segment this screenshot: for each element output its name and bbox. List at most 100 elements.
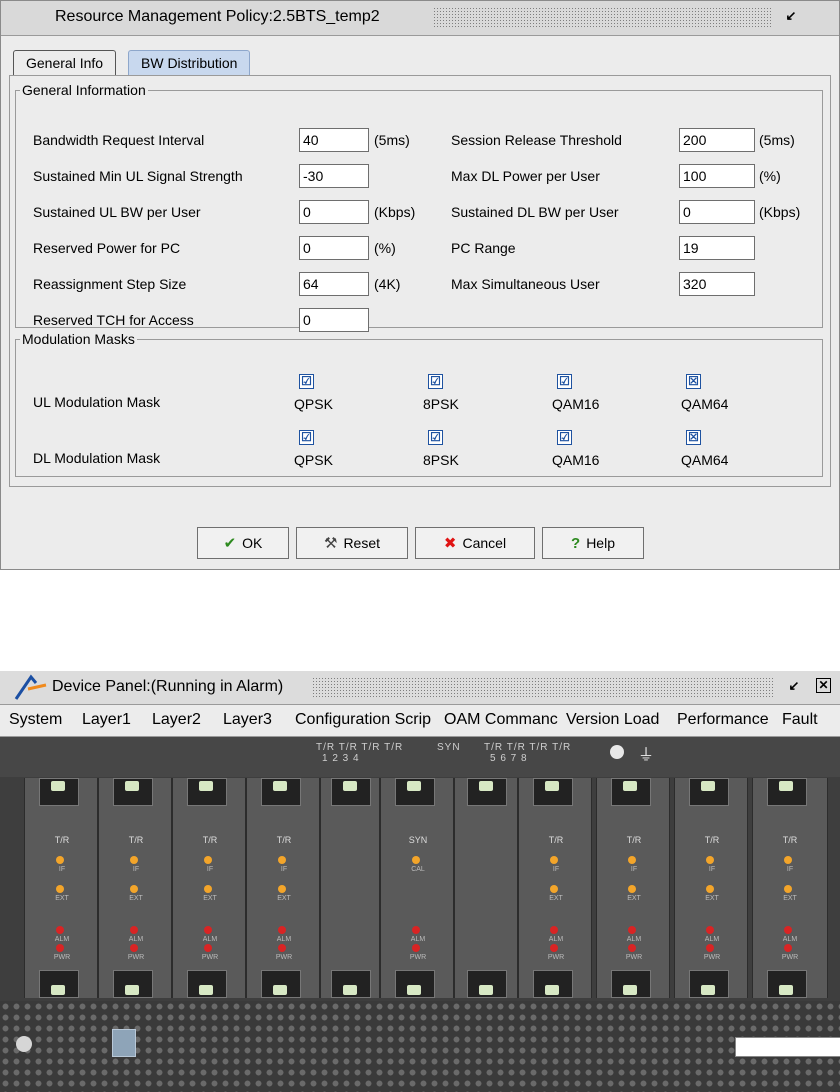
reserved-power-pc-input[interactable] xyxy=(299,236,369,260)
pwr-led-label: PWR xyxy=(409,954,427,961)
dl-qpsk-checkbox[interactable]: ☑ xyxy=(299,430,314,445)
card-slot-2[interactable]: T/R IF EXT ALM PWR xyxy=(98,778,172,998)
ext-led-label: EXT xyxy=(55,895,69,902)
ext-led xyxy=(550,885,558,893)
pwr-led-label: PWR xyxy=(127,954,145,961)
dl-8psk-checkbox[interactable]: ☑ xyxy=(428,430,443,445)
general-information-group: General Information Bandwidth Request In… xyxy=(15,82,823,332)
sustained-min-ul-signal-input[interactable] xyxy=(299,164,369,188)
menu-system[interactable]: System xyxy=(9,711,62,729)
menu-performance[interactable]: Performance xyxy=(677,711,769,729)
if-led-label: IF xyxy=(786,866,794,873)
if-led xyxy=(706,856,714,864)
ul-8psk-label: 8PSK xyxy=(423,396,459,412)
ext-led xyxy=(278,885,286,893)
sustained-ul-bw-input[interactable] xyxy=(299,200,369,224)
chassis-top-panel: T/R T/R T/R T/R 1 2 3 4 SYN T/R T/R T/R … xyxy=(0,737,840,777)
sustained-dl-bw-input[interactable] xyxy=(679,200,755,224)
restore-icon[interactable]: ↙ xyxy=(783,8,799,24)
ul-8psk-checkbox[interactable]: ☑ xyxy=(428,374,443,389)
max-sim-user-input[interactable] xyxy=(679,272,755,296)
tab-general-info[interactable]: General Info xyxy=(13,50,117,75)
ok-button-label: OK xyxy=(242,535,263,551)
ul-qpsk-checkbox[interactable]: ☑ xyxy=(299,374,314,389)
ext-led-label: EXT xyxy=(549,895,563,902)
ext-led xyxy=(130,885,138,893)
ext-led xyxy=(204,885,212,893)
card-latch-top xyxy=(39,778,79,806)
card-latch-bottom xyxy=(689,970,729,998)
alm-led xyxy=(550,926,558,934)
pc-range-label: PC Range xyxy=(451,240,516,256)
modulation-masks-legend: Modulation Masks xyxy=(22,331,135,347)
restore-icon[interactable]: ↙ xyxy=(786,678,802,694)
tray-widget[interactable] xyxy=(735,1037,840,1057)
help-button[interactable]: ? Help xyxy=(542,527,644,559)
bw-request-interval-input[interactable] xyxy=(299,128,369,152)
if-led-label: IF xyxy=(630,866,638,873)
menu-oam-command[interactable]: OAM Commanc xyxy=(444,711,564,729)
menu-version-load[interactable]: Version Load xyxy=(566,711,659,729)
card-name: T/R xyxy=(128,835,144,845)
tab-bw-distribution[interactable]: BW Distribution xyxy=(128,50,251,75)
alm-led xyxy=(130,926,138,934)
dl-qpsk-label: QPSK xyxy=(294,452,333,468)
card-slot-syn[interactable]: SYN CAL ALM PWR xyxy=(380,778,454,998)
card-slot-8[interactable]: T/R IF EXT ALM PWR xyxy=(752,778,828,998)
pwr-led xyxy=(412,944,420,952)
dialog-title: Resource Management Policy:2.5BTS_temp2 xyxy=(55,8,380,25)
alm-led-label: ALM xyxy=(276,936,292,943)
max-dl-power-input[interactable] xyxy=(679,164,755,188)
ul-qam64-checkbox[interactable]: ☒ xyxy=(686,374,701,389)
chassis-fan-grille xyxy=(0,1001,840,1092)
cancel-button[interactable]: ✖ Cancel xyxy=(415,527,535,559)
card-slot-1[interactable]: T/R IF EXT ALM PWR xyxy=(24,778,98,998)
card-slot-6[interactable]: T/R IF EXT ALM PWR xyxy=(596,778,670,998)
menu-layer3[interactable]: Layer3 xyxy=(223,711,272,729)
ul-qam16-checkbox[interactable]: ☑ xyxy=(557,374,572,389)
if-led xyxy=(130,856,138,864)
device-titlebar[interactable]: Device Panel:(Running in Alarm) ↙ ✕ xyxy=(0,671,840,705)
card-slot-3[interactable]: T/R IF EXT ALM PWR xyxy=(172,778,246,998)
reset-button[interactable]: ⚒ Reset xyxy=(296,527,408,559)
card-latch-top xyxy=(331,778,371,806)
ext-led-label: EXT xyxy=(277,895,291,902)
card-slot-empty-2[interactable] xyxy=(454,778,518,998)
pc-range-input[interactable] xyxy=(679,236,755,260)
alm-led xyxy=(278,926,286,934)
card-name: T/R xyxy=(704,835,720,845)
bw-request-interval-unit: (5ms) xyxy=(374,132,410,148)
if-led-label: IF xyxy=(280,866,288,873)
pwr-led xyxy=(130,944,138,952)
menu-layer1[interactable]: Layer1 xyxy=(82,711,131,729)
menu-configuration-script[interactable]: Configuration Scrip xyxy=(295,711,439,729)
sustained-ul-bw-unit: (Kbps) xyxy=(374,204,416,220)
pwr-led xyxy=(278,944,286,952)
if-led xyxy=(204,856,212,864)
card-slot-4[interactable]: T/R IF EXT ALM PWR xyxy=(246,778,320,998)
card-latch-top xyxy=(261,778,301,806)
alm-led-label: ALM xyxy=(128,936,144,943)
pwr-led-label: PWR xyxy=(53,954,71,961)
dialog-titlebar[interactable]: Resource Management Policy:2.5BTS_temp2 … xyxy=(1,1,839,36)
reserved-tch-input[interactable] xyxy=(299,308,369,332)
tr-group-1-label: T/R T/R T/R T/R xyxy=(316,742,404,753)
card-name: T/R xyxy=(548,835,564,845)
reassignment-step-input[interactable] xyxy=(299,272,369,296)
ext-led-label: EXT xyxy=(129,895,143,902)
card-slot-empty-1[interactable] xyxy=(320,778,380,998)
menu-fault[interactable]: Fault xyxy=(782,711,818,729)
session-release-input[interactable] xyxy=(679,128,755,152)
menu-layer2[interactable]: Layer2 xyxy=(152,711,201,729)
ok-button[interactable]: ✔ OK xyxy=(197,527,289,559)
card-slot-5[interactable]: T/R IF EXT ALM PWR xyxy=(518,778,592,998)
card-slot-7[interactable]: T/R IF EXT ALM PWR xyxy=(674,778,748,998)
dl-qam64-checkbox[interactable]: ☒ xyxy=(686,430,701,445)
pwr-led xyxy=(56,944,64,952)
close-icon[interactable]: ✕ xyxy=(816,678,831,693)
app-logo-icon xyxy=(14,674,47,700)
dl-qam16-checkbox[interactable]: ☑ xyxy=(557,430,572,445)
tr-group-2-label: T/R T/R T/R T/R xyxy=(484,742,572,753)
reset-button-label: Reset xyxy=(343,535,381,551)
pwr-led xyxy=(628,944,636,952)
